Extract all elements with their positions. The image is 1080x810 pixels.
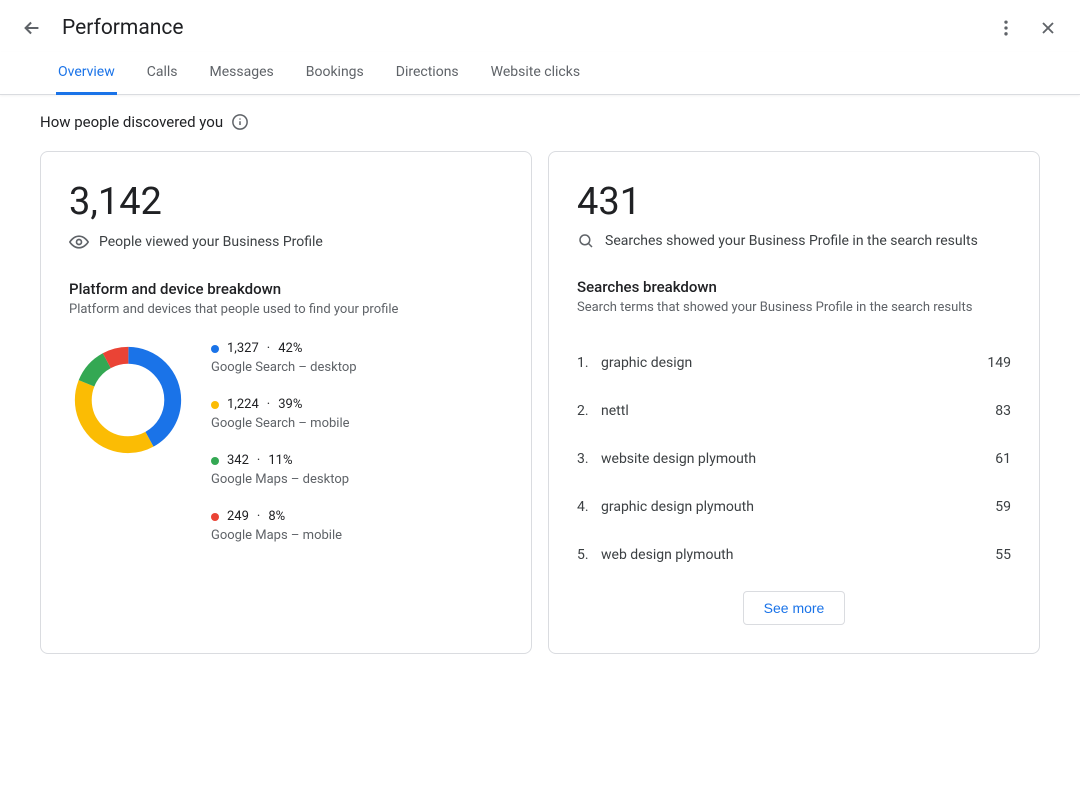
search-count: 61 xyxy=(995,451,1011,467)
legend-item: 342 · 11% Google Maps – desktop xyxy=(211,453,503,487)
tab-calls[interactable]: Calls xyxy=(145,52,180,95)
back-arrow-icon[interactable] xyxy=(20,16,44,40)
legend-label: Google Search – desktop xyxy=(211,360,503,375)
legend-dot xyxy=(211,345,219,353)
legend-count: 249 xyxy=(227,509,249,524)
legend-label: Google Maps – mobile xyxy=(211,528,503,543)
search-count: 55 xyxy=(995,547,1011,563)
info-icon[interactable] xyxy=(231,113,249,131)
breakdown-title: Platform and device breakdown xyxy=(69,280,503,298)
legend-count: 342 xyxy=(227,453,249,468)
section-title: How people discovered you xyxy=(0,95,1080,131)
legend: 1,327 · 42% Google Search – desktop 1,22… xyxy=(211,341,503,565)
legend-count: 1,327 xyxy=(227,341,259,356)
searches-subtitle: Searches showed your Business Profile in… xyxy=(605,233,978,249)
donut-wrap: 1,327 · 42% Google Search – desktop 1,22… xyxy=(69,341,503,565)
searches-total: 431 xyxy=(577,180,1011,224)
legend-label: Google Search – mobile xyxy=(211,416,503,431)
tab-directions[interactable]: Directions xyxy=(394,52,461,95)
search-list: 1. graphic design 149 2. nettl 83 3. web… xyxy=(577,339,1011,579)
search-term: nettl xyxy=(601,403,995,419)
views-total: 3,142 xyxy=(69,180,503,224)
search-row: 4. graphic design plymouth 59 xyxy=(577,483,1011,531)
search-row: 2. nettl 83 xyxy=(577,387,1011,435)
searches-subtitle-row: Searches showed your Business Profile in… xyxy=(577,232,1011,250)
search-icon xyxy=(577,232,595,250)
search-count: 83 xyxy=(995,403,1011,419)
donut-chart xyxy=(69,341,187,459)
tab-bookings[interactable]: Bookings xyxy=(304,52,366,95)
legend-pct: 39% xyxy=(278,397,302,412)
section-title-text: How people discovered you xyxy=(40,113,223,131)
search-term: graphic design xyxy=(601,355,987,371)
search-row: 1. graphic design 149 xyxy=(577,339,1011,387)
close-icon[interactable] xyxy=(1036,16,1060,40)
page-title: Performance xyxy=(62,16,976,40)
see-more-button[interactable]: See more xyxy=(743,591,846,625)
legend-dot xyxy=(211,513,219,521)
search-count: 59 xyxy=(995,499,1011,515)
searches-breakdown-title: Searches breakdown xyxy=(577,278,1011,296)
search-idx: 2. xyxy=(577,403,601,419)
eye-icon xyxy=(69,232,89,252)
cards-row: 3,142 People viewed your Business Profil… xyxy=(0,131,1080,674)
search-idx: 5. xyxy=(577,547,601,563)
tab-overview[interactable]: Overview xyxy=(56,52,117,95)
views-subtitle: People viewed your Business Profile xyxy=(99,234,323,250)
more-vert-icon[interactable] xyxy=(994,16,1018,40)
legend-item: 1,327 · 42% Google Search – desktop xyxy=(211,341,503,375)
legend-item: 1,224 · 39% Google Search – mobile xyxy=(211,397,503,431)
search-idx: 3. xyxy=(577,451,601,467)
tab-website-clicks[interactable]: Website clicks xyxy=(489,52,582,95)
legend-dot xyxy=(211,401,219,409)
search-row: 5. web design plymouth 55 xyxy=(577,531,1011,579)
header: Performance xyxy=(0,0,1080,52)
legend-count: 1,224 xyxy=(227,397,259,412)
search-term: website design plymouth xyxy=(601,451,995,467)
legend-dot xyxy=(211,457,219,465)
legend-pct: 8% xyxy=(268,509,285,524)
tab-messages[interactable]: Messages xyxy=(208,52,276,95)
legend-pct: 42% xyxy=(278,341,302,356)
search-row: 3. website design plymouth 61 xyxy=(577,435,1011,483)
legend-pct: 11% xyxy=(268,453,292,468)
tabs: Overview Calls Messages Bookings Directi… xyxy=(0,52,1080,95)
views-subtitle-row: People viewed your Business Profile xyxy=(69,232,503,252)
legend-label: Google Maps – desktop xyxy=(211,472,503,487)
search-term: web design plymouth xyxy=(601,547,995,563)
search-term: graphic design plymouth xyxy=(601,499,995,515)
search-idx: 1. xyxy=(577,355,601,371)
searches-card: 431 Searches showed your Business Profil… xyxy=(548,151,1040,654)
search-idx: 4. xyxy=(577,499,601,515)
searches-breakdown-desc: Search terms that showed your Business P… xyxy=(577,300,1011,315)
legend-item: 249 · 8% Google Maps – mobile xyxy=(211,509,503,543)
breakdown-desc: Platform and devices that people used to… xyxy=(69,302,503,317)
search-count: 149 xyxy=(987,355,1011,371)
views-card: 3,142 People viewed your Business Profil… xyxy=(40,151,532,654)
